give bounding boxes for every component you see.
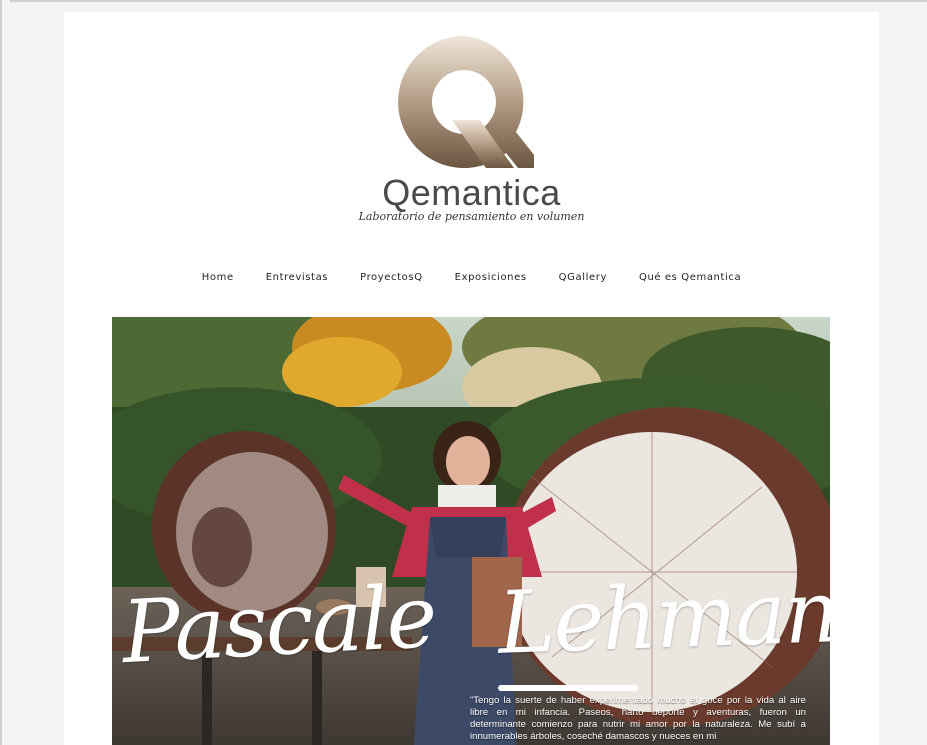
nav-item-proyectosq[interactable]: ProyectosQ: [344, 270, 439, 290]
browser-frame-left: [0, 0, 10, 745]
site-tagline: Laboratorio de pensamiento en volumen: [358, 210, 585, 223]
nav-item-qgallery[interactable]: QGallery: [543, 270, 623, 290]
page-content: Qemantica Laboratorio de pensamiento en …: [64, 12, 879, 745]
nav-item-que-es-qemantica[interactable]: Qué es Qemantica: [623, 270, 757, 290]
hero-banner[interactable]: Pascale Lehmann “Tengo la suerte de habe…: [112, 317, 830, 745]
site-name: Qemantica: [382, 172, 561, 213]
hero-photo: [112, 317, 830, 745]
browser-frame-top: [0, 0, 927, 12]
site-logo[interactable]: Qemantica Laboratorio de pensamiento en …: [64, 12, 879, 252]
q-logo-icon: [398, 36, 534, 168]
nav-item-home[interactable]: Home: [186, 270, 250, 290]
nav-item-entrevistas[interactable]: Entrevistas: [250, 270, 344, 290]
main-nav: Home Entrevistas ProyectosQ Exposiciones…: [64, 270, 879, 290]
nav-item-exposiciones[interactable]: Exposiciones: [439, 270, 543, 290]
